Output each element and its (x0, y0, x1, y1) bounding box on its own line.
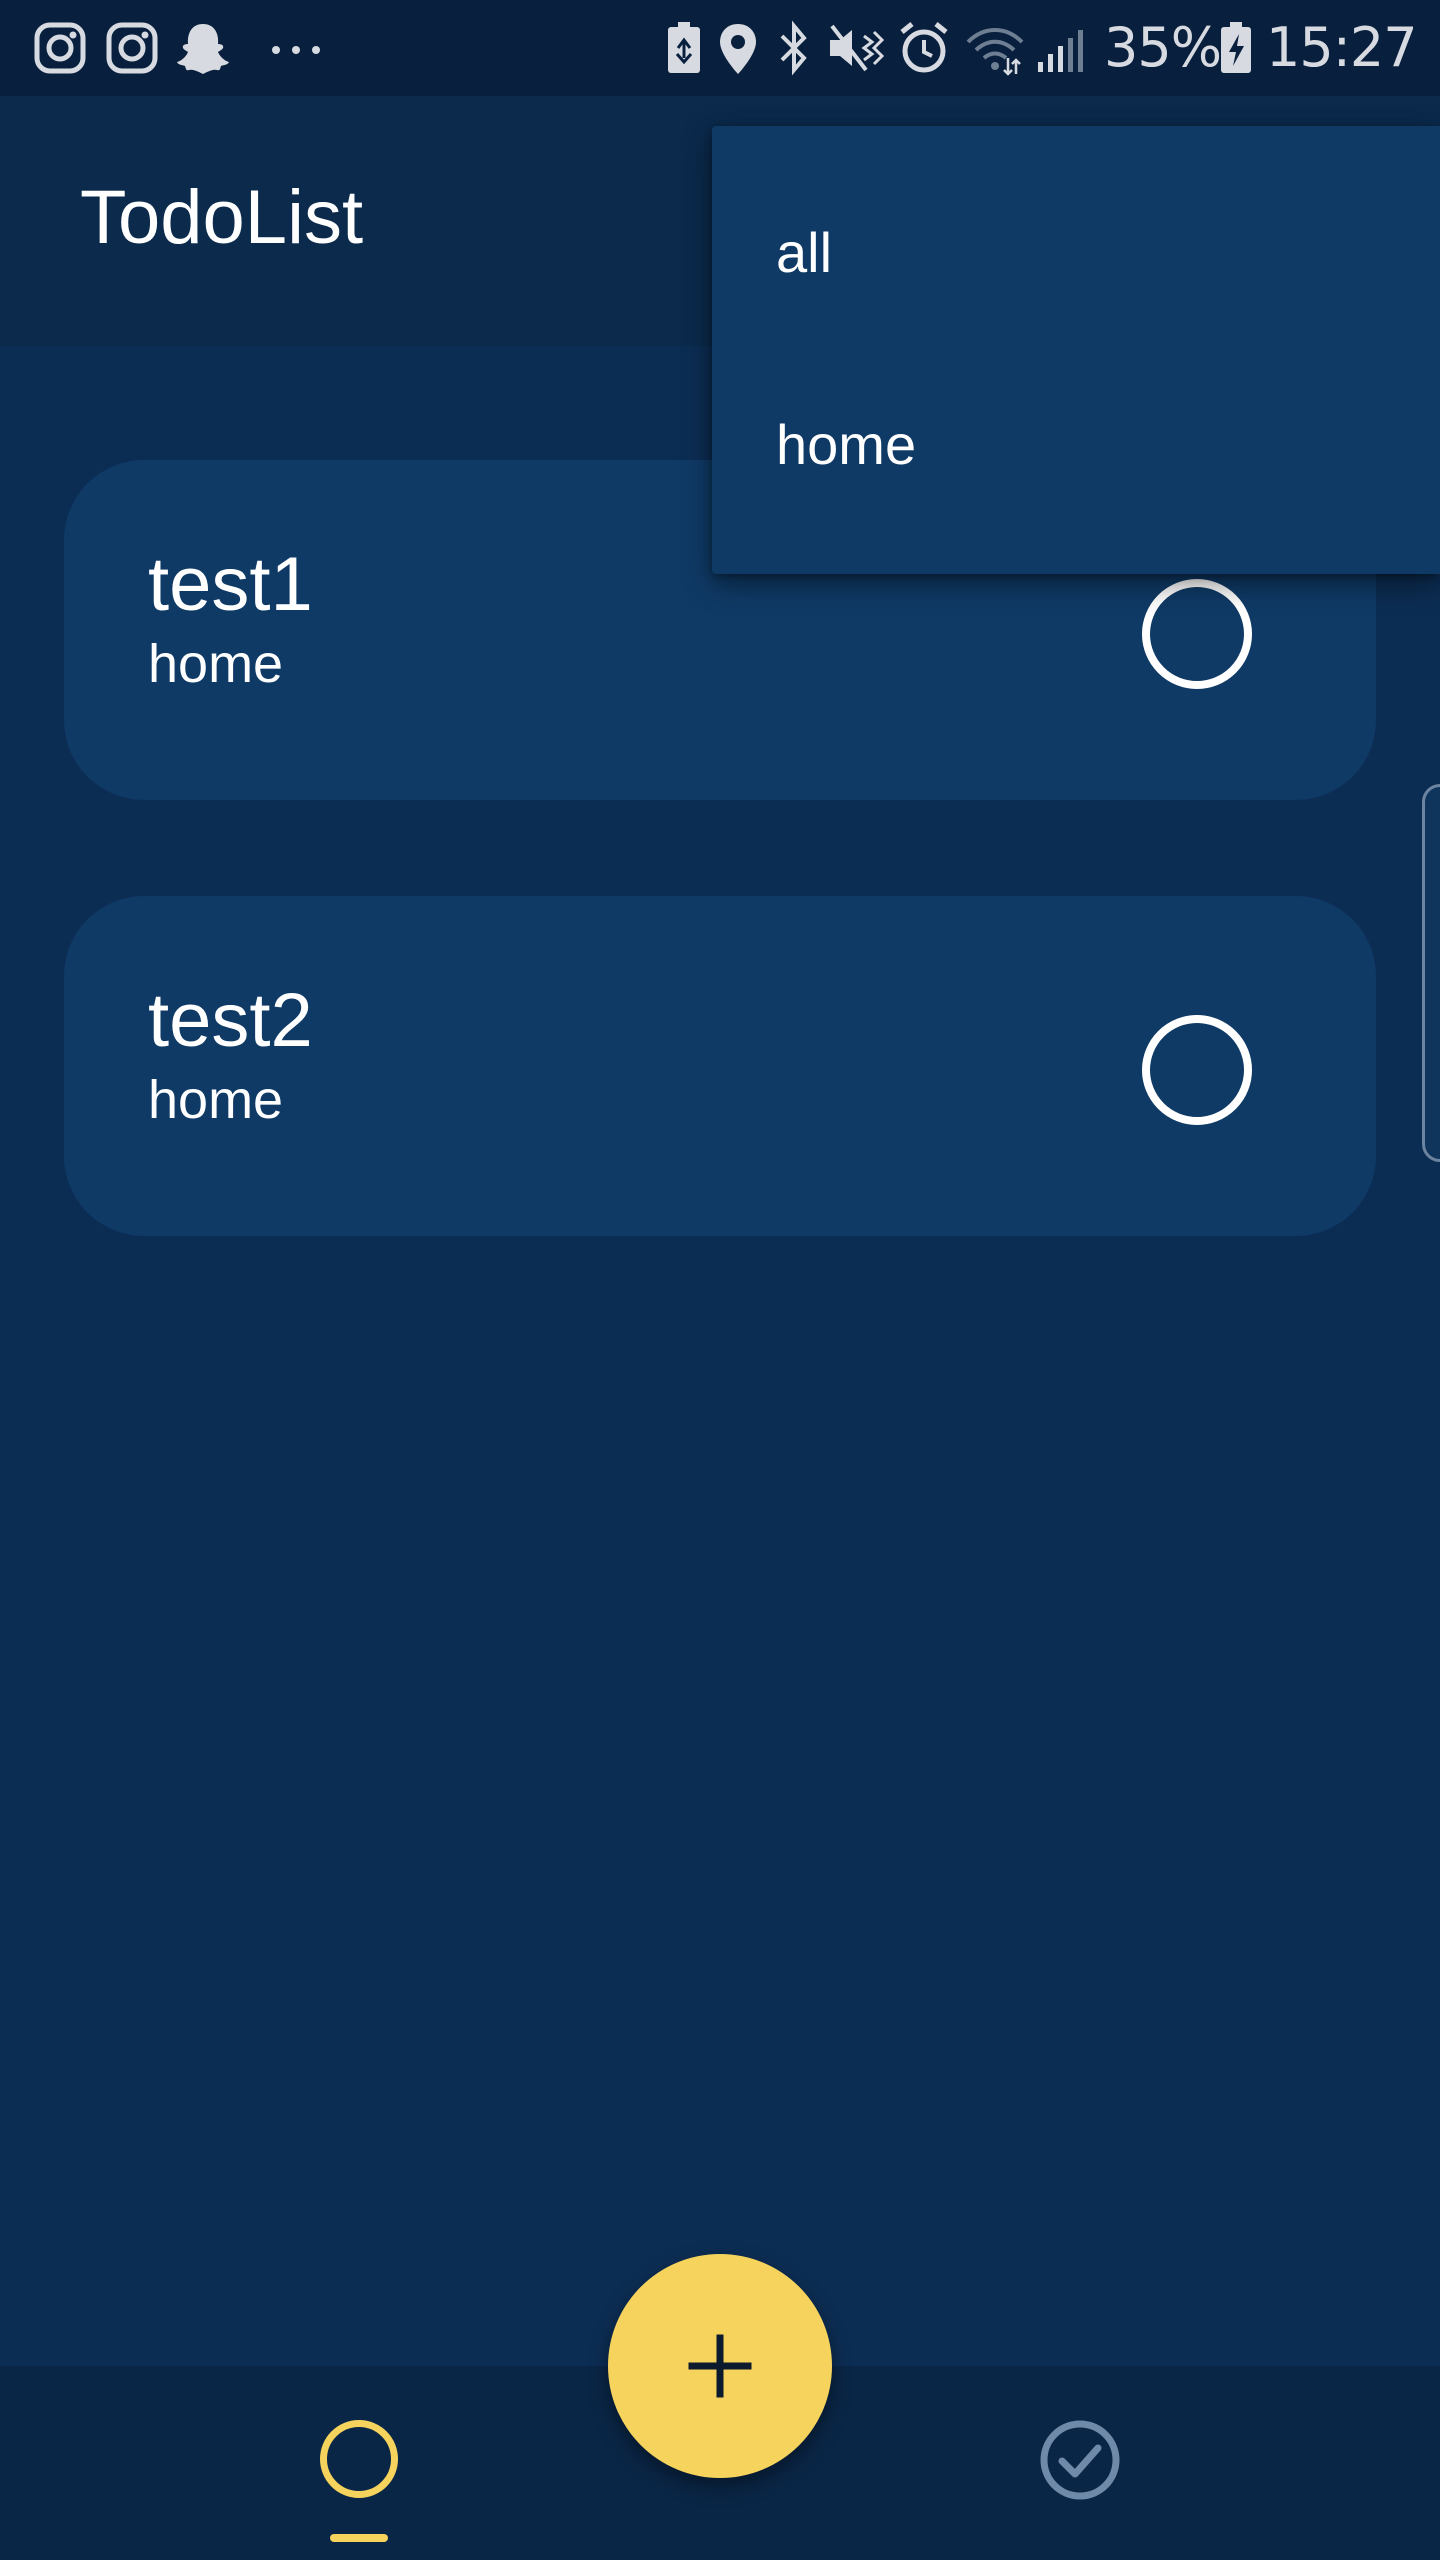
battery-saver-icon (668, 22, 700, 73)
circle-icon[interactable] (320, 2420, 398, 2498)
add-todo-button[interactable] (608, 2254, 832, 2478)
todo-title: test1 (148, 542, 313, 627)
edge-panel-handle[interactable] (1422, 784, 1440, 1162)
plus-icon (688, 2334, 752, 2398)
wifi-icon (966, 28, 1024, 76)
complete-circle-icon[interactable] (1142, 1015, 1252, 1125)
active-tab-indicator (330, 2534, 388, 2542)
todo-tag: home (148, 634, 284, 694)
instagram-icon (34, 22, 86, 74)
todo-title: test2 (148, 978, 313, 1063)
alarm-icon (900, 22, 948, 73)
menu-item-label: home (776, 413, 917, 476)
snapchat-icon (177, 24, 229, 74)
todo-tag: home (148, 1070, 284, 1130)
menu-item-home[interactable]: home (712, 318, 1440, 510)
menu-item-all[interactable]: all (712, 126, 1440, 318)
page-title: TodoList (80, 175, 364, 260)
battery-charging-icon (1221, 22, 1251, 73)
battery-percent: 35% (1104, 16, 1222, 79)
signal-icon (1038, 30, 1083, 72)
filter-dropdown-menu: all home (712, 126, 1440, 574)
more-icon (272, 46, 320, 54)
status-bar: 35% 15:27 (0, 0, 1440, 96)
menu-item-label: all (776, 221, 833, 284)
check-circle-icon[interactable] (1038, 2418, 1122, 2502)
complete-circle-icon[interactable] (1142, 579, 1252, 689)
location-icon (720, 24, 756, 74)
instagram-icon (106, 22, 158, 74)
todo-card[interactable]: test2 home (64, 896, 1376, 1236)
bluetooth-icon (780, 20, 807, 76)
status-time: 15:27 (1266, 16, 1418, 79)
mute-vibrate-icon (830, 24, 885, 72)
